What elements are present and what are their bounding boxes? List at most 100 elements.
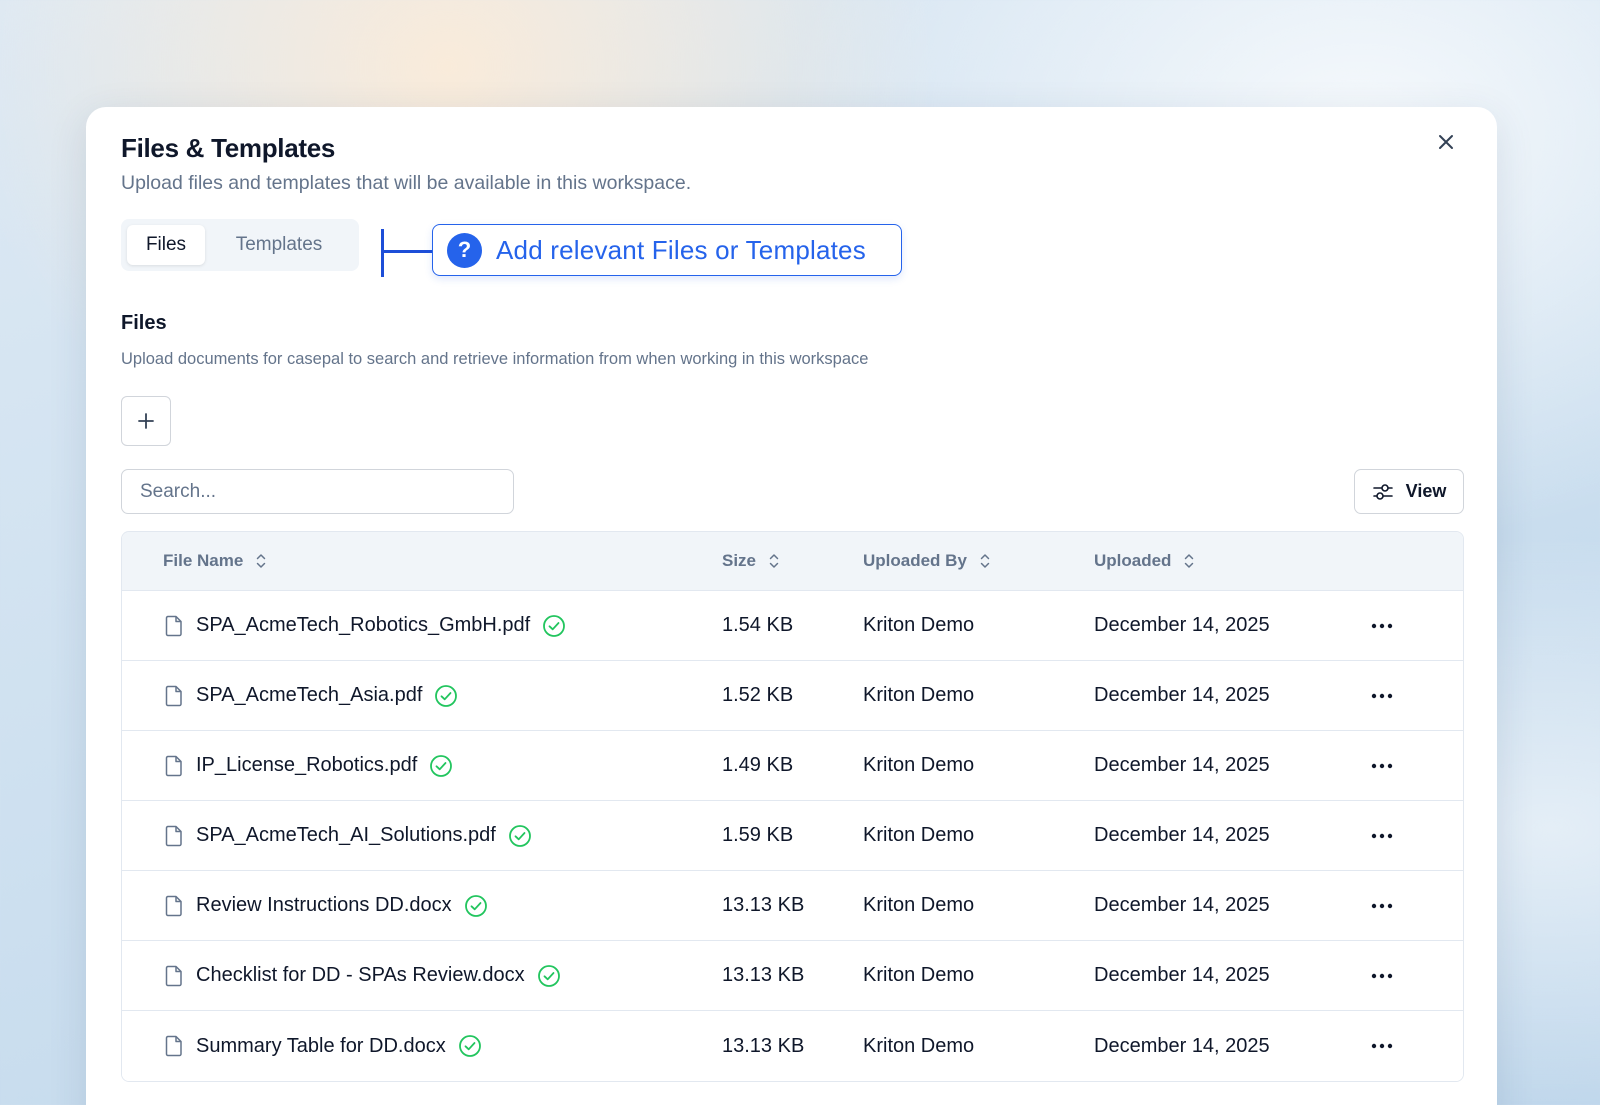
file-name[interactable]: Review Instructions DD.docx xyxy=(196,894,452,917)
file-name-cell: SPA_AcmeTech_Asia.pdf xyxy=(164,661,458,730)
dialog-subtitle: Upload files and templates that will be … xyxy=(121,172,692,194)
view-options-button[interactable]: View xyxy=(1354,469,1464,514)
more-horizontal-icon xyxy=(1371,903,1393,909)
file-size: 13.13 KB xyxy=(722,894,805,916)
row-actions-button[interactable] xyxy=(1362,1011,1402,1081)
row-actions-button[interactable] xyxy=(1362,661,1402,730)
row-actions-button[interactable] xyxy=(1362,941,1402,1010)
uploaded-date: December 14, 2025 xyxy=(1094,614,1270,636)
file-name-cell: IP_License_Robotics.pdf xyxy=(164,731,453,800)
uploaded-date: December 14, 2025 xyxy=(1094,684,1270,706)
table-row[interactable]: SPA_AcmeTech_Robotics_GmbH.pdf 1.54 KB Kri… xyxy=(122,591,1463,661)
more-horizontal-icon xyxy=(1371,833,1393,839)
file-size: 1.54 KB xyxy=(722,614,794,636)
close-button[interactable] xyxy=(1431,127,1461,157)
table-row[interactable]: SPA_AcmeTech_Asia.pdf 1.52 KB Kriton Demo D… xyxy=(122,661,1463,731)
check-circle-icon xyxy=(434,684,458,708)
uploaded-date: December 14, 2025 xyxy=(1094,754,1270,776)
row-actions-button[interactable] xyxy=(1362,591,1402,660)
help-icon: ? xyxy=(447,232,482,268)
uploaded-date: December 14, 2025 xyxy=(1094,1034,1270,1057)
onboarding-callout: ? Add relevant Files or Templates xyxy=(432,224,902,276)
callout-text: Add relevant Files or Templates xyxy=(496,234,866,265)
column-header-file-name[interactable]: File Name xyxy=(163,551,267,571)
file-name-cell: Summary Table for DD.docx xyxy=(164,1011,482,1081)
uploaded-by: Kriton Demo xyxy=(863,824,975,846)
column-header-uploaded-by[interactable]: Uploaded By xyxy=(863,551,991,571)
table-row[interactable]: Checklist for DD - SPAs Review.docx 13.13… xyxy=(122,941,1463,1011)
more-horizontal-icon xyxy=(1371,973,1393,979)
callout-connector-arm xyxy=(382,250,432,253)
check-circle-icon xyxy=(542,614,566,638)
file-icon xyxy=(164,895,184,917)
check-circle-icon xyxy=(537,964,561,988)
column-label: Size xyxy=(722,551,757,570)
file-name-cell: SPA_AcmeTech_Robotics_GmbH.pdf xyxy=(164,591,566,660)
file-name[interactable]: Checklist for DD - SPAs Review.docx xyxy=(196,964,525,987)
uploaded-by: Kriton Demo xyxy=(863,894,975,916)
more-horizontal-icon xyxy=(1371,623,1393,629)
file-name-cell: Review Instructions DD.docx xyxy=(164,871,488,940)
add-file-button[interactable] xyxy=(121,396,171,446)
tab-templates[interactable]: Templates xyxy=(209,225,349,265)
uploaded-by: Kriton Demo xyxy=(863,614,975,636)
row-actions-button[interactable] xyxy=(1362,871,1402,940)
file-icon xyxy=(164,615,184,637)
more-horizontal-icon xyxy=(1371,763,1393,769)
more-horizontal-icon xyxy=(1371,1043,1393,1049)
file-size: 13.13 KB xyxy=(722,1034,805,1057)
uploaded-by: Kriton Demo xyxy=(863,754,975,776)
file-name[interactable]: SPA_AcmeTech_Robotics_GmbH.pdf xyxy=(196,614,530,637)
row-actions-button[interactable] xyxy=(1362,731,1402,800)
file-name[interactable]: SPA_AcmeTech_Asia.pdf xyxy=(196,684,422,707)
plus-icon xyxy=(137,412,155,430)
files-section-description: Upload documents for casepal to search a… xyxy=(121,350,869,368)
sort-icon xyxy=(768,552,780,570)
sliders-icon xyxy=(1372,482,1394,502)
uploaded-date: December 14, 2025 xyxy=(1094,824,1270,846)
file-name[interactable]: Summary Table for DD.docx xyxy=(196,1035,446,1058)
table-body: SPA_AcmeTech_Robotics_GmbH.pdf 1.54 KB Kri… xyxy=(122,591,1463,1081)
table-row[interactable]: Summary Table for DD.docx 13.13 KB Kriton … xyxy=(122,1011,1463,1081)
file-name-cell: SPA_AcmeTech_AI_Solutions.pdf xyxy=(164,801,532,870)
file-size: 13.13 KB xyxy=(722,964,805,986)
file-icon xyxy=(164,1035,184,1057)
tab-files[interactable]: Files xyxy=(127,225,205,265)
close-icon xyxy=(1437,133,1455,151)
callout-connector xyxy=(381,229,384,277)
uploaded-by: Kriton Demo xyxy=(863,964,975,986)
uploaded-date: December 14, 2025 xyxy=(1094,894,1270,916)
view-button-label: View xyxy=(1405,481,1447,501)
file-icon xyxy=(164,755,184,777)
table-row[interactable]: SPA_AcmeTech_AI_Solutions.pdf 1.59 KB Krit… xyxy=(122,801,1463,871)
column-label: File Name xyxy=(163,551,244,570)
check-circle-icon xyxy=(464,894,488,918)
uploaded-date: December 14, 2025 xyxy=(1094,964,1270,986)
row-actions-button[interactable] xyxy=(1362,801,1402,870)
column-label: Uploaded xyxy=(1094,551,1172,570)
column-label: Uploaded By xyxy=(863,551,967,570)
file-icon xyxy=(164,685,184,707)
file-name[interactable]: SPA_AcmeTech_AI_Solutions.pdf xyxy=(196,824,496,847)
table-row[interactable]: Review Instructions DD.docx 13.13 KB Krito… xyxy=(122,871,1463,941)
sort-icon xyxy=(979,552,991,570)
files-templates-dialog: Files & Templates Upload files and templ… xyxy=(86,107,1497,1105)
uploaded-by: Kriton Demo xyxy=(863,684,975,706)
files-table: File Name Size Uploaded By Uploaded SPA_… xyxy=(121,531,1464,1082)
table-header: File Name Size Uploaded By Uploaded xyxy=(122,532,1463,591)
more-horizontal-icon xyxy=(1371,693,1393,699)
file-size: 1.59 KB xyxy=(722,824,794,846)
file-name[interactable]: IP_License_Robotics.pdf xyxy=(196,754,417,777)
search-input[interactable] xyxy=(121,469,514,514)
dialog-title: Files & Templates xyxy=(121,133,336,163)
column-header-uploaded[interactable]: Uploaded xyxy=(1094,551,1195,571)
tab-list: Files Templates xyxy=(121,219,359,271)
column-header-size[interactable]: Size xyxy=(722,551,780,571)
file-name-cell: Checklist for DD - SPAs Review.docx xyxy=(164,941,561,1010)
check-circle-icon xyxy=(508,824,532,848)
file-icon xyxy=(164,965,184,987)
sort-icon xyxy=(1183,552,1195,570)
check-circle-icon xyxy=(429,754,453,778)
table-row[interactable]: IP_License_Robotics.pdf 1.49 KB Kriton Dem… xyxy=(122,731,1463,801)
file-size: 1.52 KB xyxy=(722,684,794,706)
